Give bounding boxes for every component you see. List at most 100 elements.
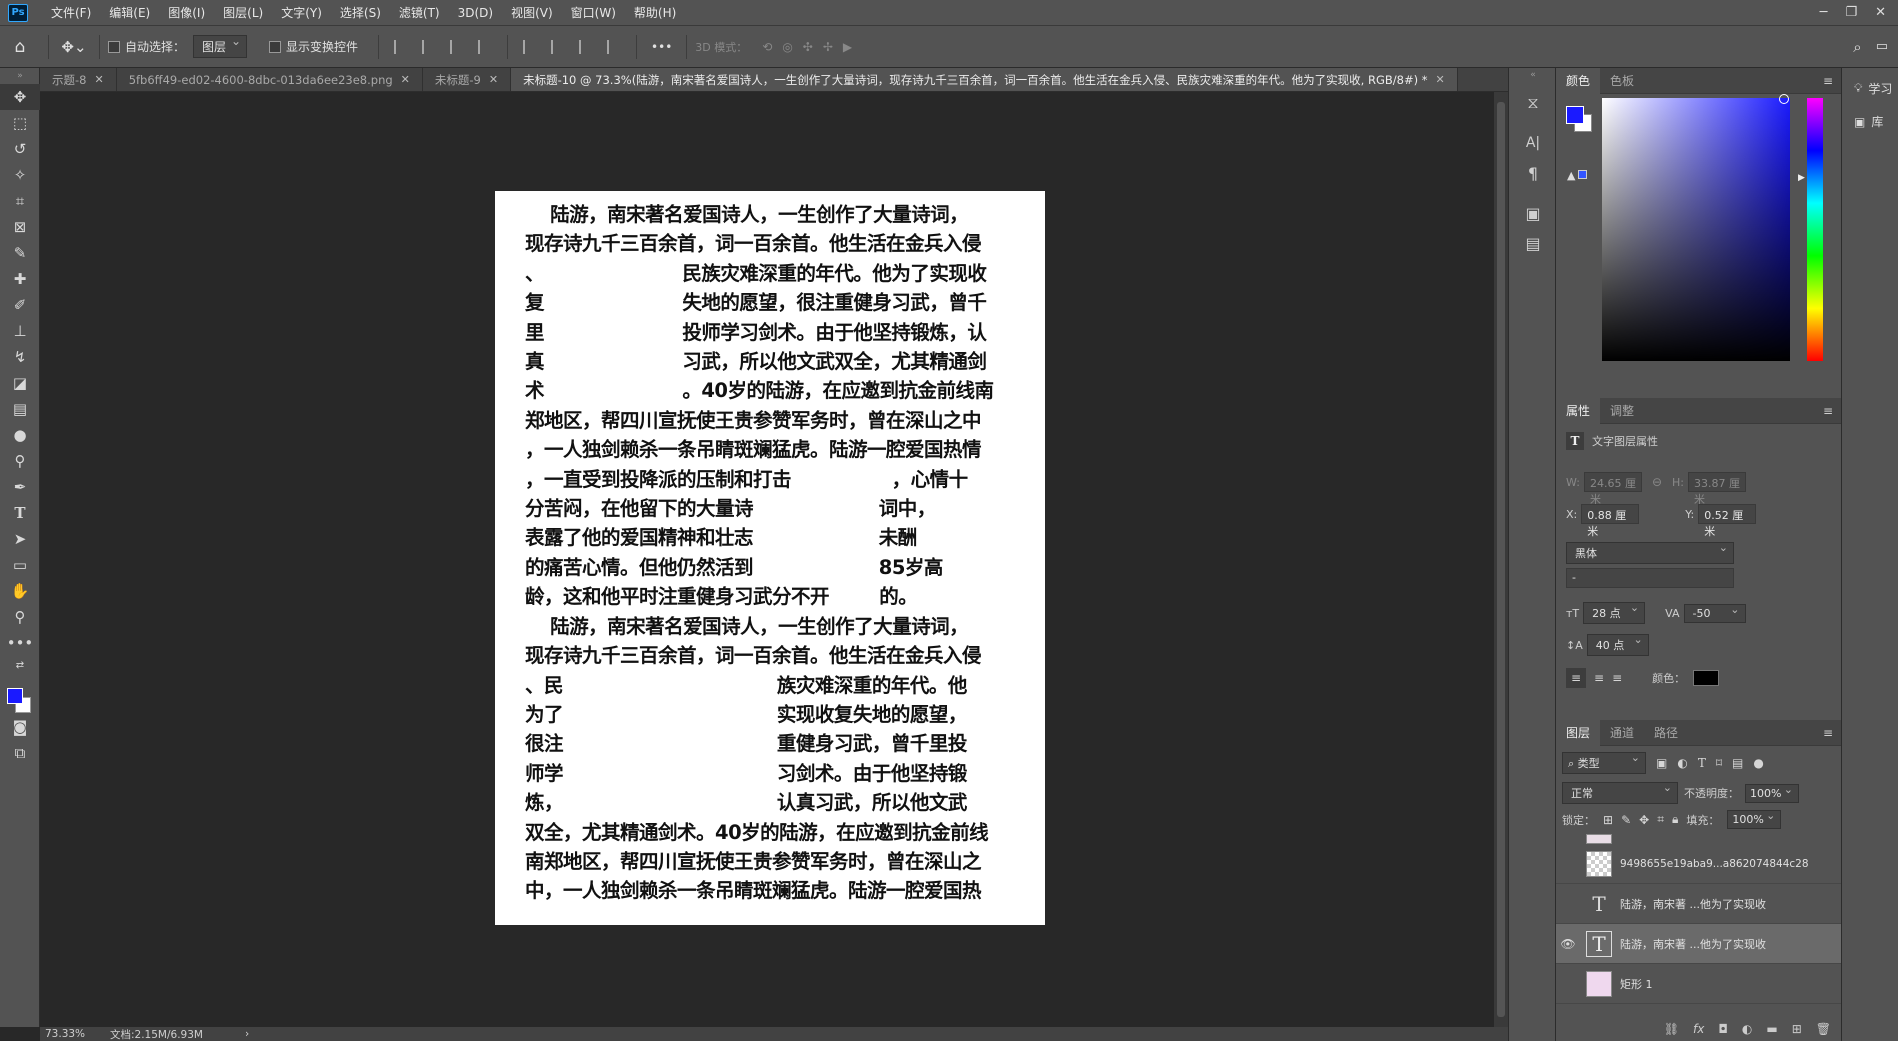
orbit-3d-icon[interactable]: ⟲ <box>762 40 772 54</box>
glyphs-panel-icon[interactable]: ▣ <box>1509 198 1557 228</box>
type-tool-icon[interactable]: T <box>0 500 40 526</box>
healing-brush-tool-icon[interactable]: ✚ <box>0 266 40 292</box>
opacity-field[interactable]: 100% <box>1745 783 1799 803</box>
history-brush-tool-icon[interactable]: ↯ <box>0 344 40 370</box>
filter-toggle-icon[interactable]: ● <box>1753 756 1763 770</box>
document-canvas[interactable]: 陆游，南宋著名爱国诗人，一生创作了大量诗词， 现存诗九千三百余首，词一百余首。他… <box>495 191 1045 925</box>
tab-doc-10[interactable]: 未标题-10 @ 73.3%(陆游，南宋著名爱国诗人，一生创作了大量诗词，现存诗… <box>511 68 1458 91</box>
auto-select-checkbox[interactable] <box>108 40 120 53</box>
foreground-color-swatch[interactable] <box>7 688 23 704</box>
layer-name[interactable]: 矩形 1 <box>1620 976 1653 992</box>
workspace-icon[interactable]: ▭ <box>1876 39 1888 54</box>
eyedropper-tool-icon[interactable]: ✎ <box>0 240 40 266</box>
layer-row-image[interactable]: 9498655e19aba9...a862074844c28 <box>1556 844 1841 884</box>
tab-layers[interactable]: 图层 <box>1556 719 1601 746</box>
fg-color-chip[interactable] <box>1566 106 1584 124</box>
link-layers-icon[interactable]: ⛓︎ <box>1664 1022 1679 1036</box>
gamut-warning-icon[interactable]: ▲ <box>1567 169 1588 182</box>
link-icon[interactable]: ⊖ <box>1652 475 1662 489</box>
menu-3d[interactable]: 3D(D) <box>449 0 502 26</box>
lock-pixels-icon[interactable]: ✎ <box>1621 813 1631 827</box>
strip-collapse-icon[interactable]: « <box>1509 68 1557 82</box>
move-tool-preset-icon[interactable]: ✥⌄ <box>57 38 91 56</box>
path-selection-tool-icon[interactable]: ➤ <box>0 526 40 552</box>
y-field[interactable]: 0.52 厘米 <box>1698 504 1757 538</box>
menu-type[interactable]: 文字(Y) <box>272 0 331 26</box>
lock-artboard-icon[interactable]: ⌗ <box>1657 812 1664 827</box>
notes-panel-icon[interactable]: ▤ <box>1509 228 1557 258</box>
menu-filter[interactable]: 滤镜(T) <box>390 0 449 26</box>
tab-swatches[interactable]: 色板 <box>1600 68 1644 94</box>
x-field[interactable]: 0.88 厘米 <box>1581 504 1640 538</box>
tab-paths[interactable]: 路径 <box>1644 720 1688 746</box>
width-field[interactable]: 24.65 厘米 <box>1583 472 1642 506</box>
align-text-right-icon[interactable]: ≡ <box>1612 671 1622 685</box>
filter-pixel-icon[interactable]: ▣ <box>1656 756 1667 770</box>
panel-menu-icon[interactable]: ≡ <box>1823 74 1833 88</box>
color-picker-field[interactable] <box>1602 98 1790 361</box>
lock-position-icon[interactable]: ✥ <box>1639 813 1649 827</box>
zoom-level[interactable]: 73.33% <box>40 1028 110 1040</box>
new-layer-icon[interactable]: ⊞ <box>1792 1022 1802 1036</box>
lasso-tool-icon[interactable]: ↺ <box>0 136 40 162</box>
lock-transparent-icon[interactable]: ⊞ <box>1603 813 1613 827</box>
more-options-button[interactable]: ••• <box>645 40 678 54</box>
align-bottom-icon[interactable] <box>579 39 593 54</box>
restore-icon[interactable]: ❐ <box>1845 5 1857 20</box>
menu-view[interactable]: 视图(V) <box>502 0 562 26</box>
filter-adjustment-icon[interactable]: ◐ <box>1677 756 1687 770</box>
new-group-icon[interactable]: ▬ <box>1766 1022 1777 1036</box>
align-text-center-icon[interactable]: ≡ <box>1594 671 1604 685</box>
dodge-tool-icon[interactable]: ⚲ <box>0 448 40 474</box>
fx-icon[interactable]: fx <box>1693 1022 1704 1036</box>
paragraph-panel-icon[interactable]: ¶ <box>1509 158 1557 188</box>
filter-shape-icon[interactable]: ⌑ <box>1716 756 1722 770</box>
tab-doc-8[interactable]: 示题-8 ✕ <box>40 68 117 91</box>
layer-name[interactable]: 9498655e19aba9...a862074844c28 <box>1620 858 1809 870</box>
hue-slider[interactable] <box>1807 98 1823 361</box>
leading-dropdown[interactable]: 40 点 <box>1586 633 1649 656</box>
auto-select-dropdown[interactable]: 图层 <box>193 34 248 58</box>
height-field[interactable]: 33.87 厘米 <box>1688 472 1746 506</box>
align-top-icon[interactable] <box>523 39 537 54</box>
learn-panel-button[interactable]: 💡︎ 学习 <box>1842 68 1898 97</box>
pen-tool-icon[interactable]: ✒ <box>0 474 40 500</box>
pan-3d-icon[interactable]: ✣ <box>803 40 813 54</box>
gradient-tool-icon[interactable]: ▤ <box>0 396 40 422</box>
panel-collapse-icon[interactable]: » <box>0 68 40 84</box>
align-text-left-icon[interactable]: ≡ <box>1566 668 1586 688</box>
history-panel-icon[interactable]: ⧖ <box>1509 88 1557 118</box>
align-hcenter-icon[interactable] <box>422 39 436 54</box>
canvas-area[interactable]: 陆游，南宋著名爱国诗人，一生创作了大量诗词， 现存诗九千三百余首，词一百余首。他… <box>40 92 1493 1027</box>
blend-mode-dropdown[interactable]: 正常 <box>1562 781 1678 804</box>
font-style-field[interactable]: - <box>1566 568 1734 588</box>
zoom-tool-icon[interactable]: ⚲ <box>0 604 40 630</box>
tab-channels[interactable]: 通道 <box>1600 720 1644 746</box>
filter-smart-icon[interactable]: ▤ <box>1732 756 1743 770</box>
font-size-dropdown[interactable]: 28 点 <box>1583 601 1646 624</box>
layer-name[interactable]: 陆游，南宋著 ...他为了实现收 <box>1620 896 1766 912</box>
tab-doc-png[interactable]: 5fb6ff49-ed02-4600-8dbc-013da6ee23e8.png… <box>117 68 423 91</box>
lock-all-icon[interactable]: 🔒︎ <box>1672 812 1678 827</box>
tracking-dropdown[interactable]: -50 <box>1683 603 1746 623</box>
roll-3d-icon[interactable]: ◎ <box>782 40 792 54</box>
tab-color[interactable]: 颜色 <box>1556 67 1601 94</box>
menu-image[interactable]: 图像(I) <box>159 0 214 26</box>
menu-edit[interactable]: 编辑(E) <box>100 0 159 26</box>
crop-tool-icon[interactable]: ⌗ <box>0 188 40 214</box>
quick-mask-icon[interactable]: ◙ <box>0 714 40 740</box>
eraser-tool-icon[interactable]: ◪ <box>0 370 40 396</box>
blur-tool-icon[interactable]: ● <box>0 422 40 448</box>
marquee-tool-icon[interactable]: ⬚ <box>0 110 40 136</box>
close-tab-icon[interactable]: ✕ <box>94 73 103 86</box>
move-tool-icon[interactable]: ✥ <box>0 84 40 110</box>
rectangle-tool-icon[interactable]: ▭ <box>0 552 40 578</box>
edit-toolbar-icon[interactable]: ••• <box>0 630 40 656</box>
libraries-panel-button[interactable]: ▣ 库 <box>1842 97 1898 130</box>
filter-type-icon[interactable]: T <box>1698 756 1706 770</box>
layer-row-text[interactable]: T 陆游，南宋著 ...他为了实现收 <box>1556 884 1841 924</box>
distribute-h-icon[interactable] <box>478 39 492 54</box>
fill-field[interactable]: 100% <box>1727 809 1782 829</box>
align-left-icon[interactable] <box>394 39 408 54</box>
menu-layer[interactable]: 图层(L) <box>214 0 272 26</box>
